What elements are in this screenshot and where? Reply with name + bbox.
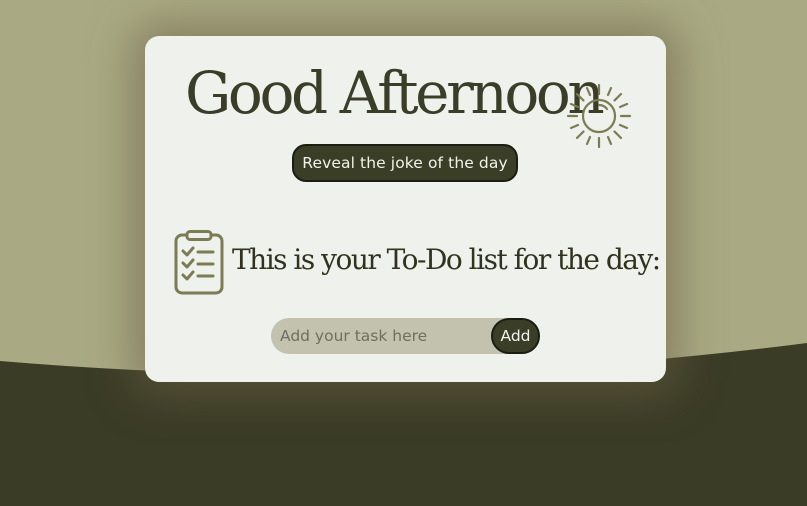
greeting-row: Good Afternoon (145, 58, 666, 149)
sun-icon (566, 83, 632, 149)
todo-heading: This is your To-Do list for the day: (232, 243, 661, 276)
add-task-button[interactable]: Add (491, 318, 540, 354)
add-task-form: Add (271, 318, 540, 354)
greeting-title: Good Afternoon (185, 59, 605, 127)
todo-heading-row: This is your To-Do list for the day: (145, 230, 666, 296)
reveal-joke-button[interactable]: Reveal the joke of the day (292, 144, 518, 182)
clipboard-checklist-icon (174, 230, 224, 295)
main-card: Good Afternoon Reveal the joke of the da… (145, 36, 666, 382)
